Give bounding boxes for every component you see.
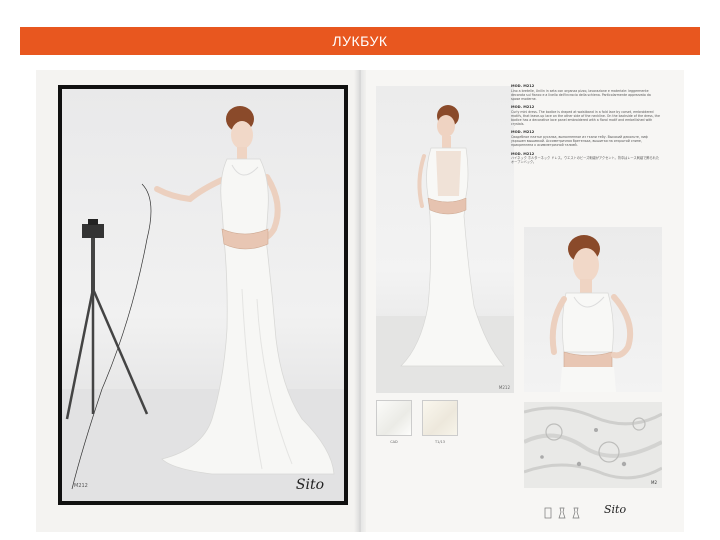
closeup-illustration: [549, 235, 634, 392]
main-dress-illustration: [62, 106, 344, 501]
back-view-code: M212: [498, 385, 510, 390]
dress-outline-icon: [558, 507, 566, 519]
slide-title: ЛУКБУК: [332, 33, 388, 49]
main-dress-photo: M212 Sito: [62, 89, 344, 501]
embroidery-detail-photo: M2: [524, 402, 662, 488]
back-view-photo: M212: [376, 86, 514, 393]
description-section: MOD. M212 Curly mini dress. The bodice i…: [511, 105, 661, 126]
brand-signature-right: Sito: [604, 503, 627, 516]
detail-code: M2: [651, 480, 657, 485]
description-section: MOD. M212 ハイネック ホルターネック ドレス。ウエストのビーズ刺繍がア…: [511, 152, 661, 165]
closeup-photo: [524, 227, 662, 392]
back-view-illustration: [376, 105, 514, 393]
main-photo-frame: M212 Sito: [58, 85, 348, 505]
embroidery-illustration: [524, 402, 662, 488]
section-body: Свадебное платье русалка, выполненное из…: [511, 134, 648, 148]
section-body: Curly mini dress. The bodice is draped a…: [511, 109, 660, 127]
brand-signature-left: Sito: [295, 477, 324, 493]
dress-outline-icon: [572, 507, 580, 519]
model-code-left: M212: [74, 483, 88, 489]
description-section: MOD. M212 Свадебное платье русалка, выпо…: [511, 130, 661, 147]
swatch-label: T1/13: [435, 440, 445, 444]
left-page: M212 Sito: [36, 70, 360, 532]
description-text-block: MOD. M212 Lino a bretelle, Unilin in set…: [511, 84, 661, 234]
garment-tag-icon: [544, 507, 552, 519]
section-body: Lino a bretelle, Unilin in seta con orga…: [511, 88, 651, 101]
fabric-swatch: [376, 400, 412, 436]
right-page: M212 MOD. M212 Lino a bretelle, Unilin i…: [366, 70, 684, 532]
page-gutter: [354, 70, 366, 532]
lookbook-spread: M212 Sito M212 MOD. M212 Lino a bretelle…: [36, 70, 684, 532]
swatch-label: CAD: [390, 440, 398, 444]
slide-title-bar: ЛУКБУК: [20, 27, 700, 55]
fabric-swatch: [422, 400, 458, 436]
fabric-swatches: CAD T1/13: [374, 400, 509, 460]
section-body: ハイネック ホルターネック ドレス。ウエストのビーズ刺繍がアクセント。背中はレー…: [511, 156, 660, 165]
description-section: MOD. M212 Lino a bretelle, Unilin in set…: [511, 84, 661, 101]
